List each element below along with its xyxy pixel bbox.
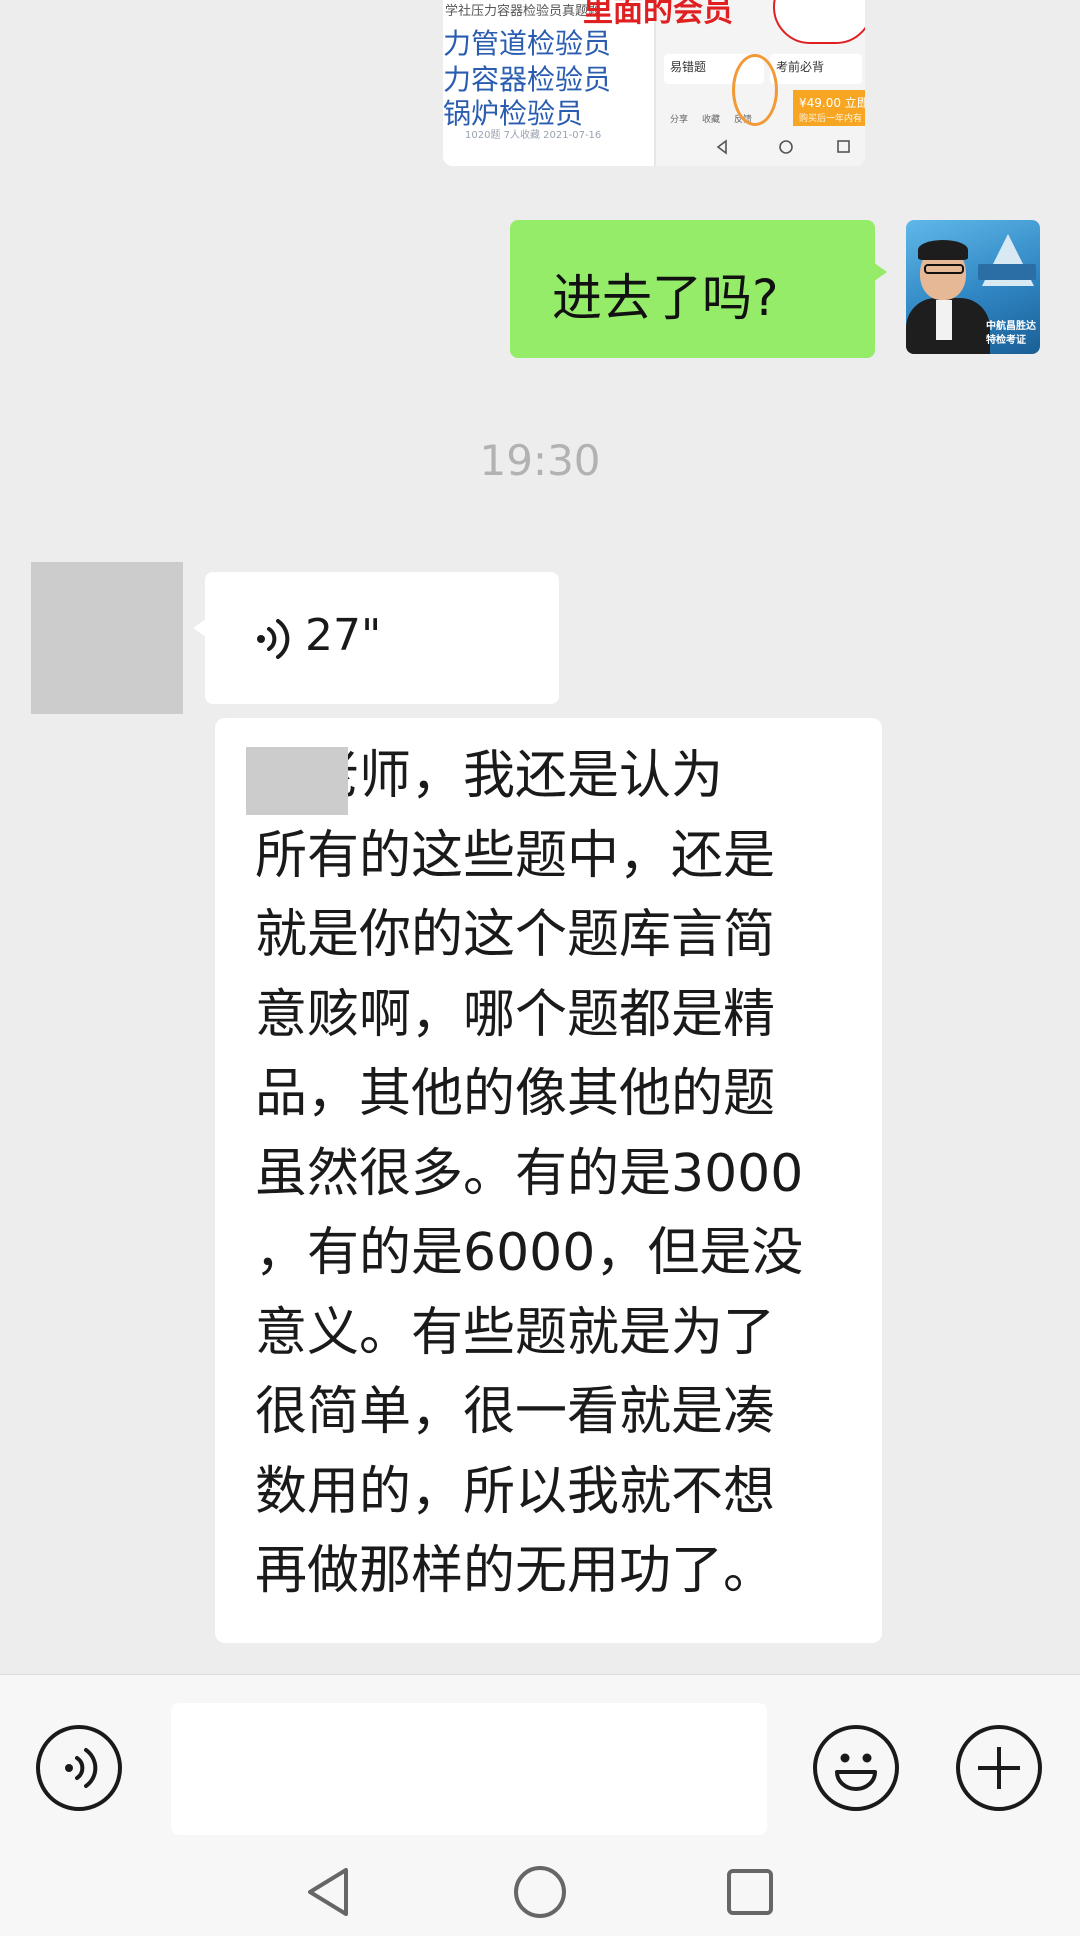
incoming-text-bubble[interactable]: 静老师，我还是认为 所有的这些题中，还是 就是你的这个题库言简 意赅啊，哪个题都… [215, 718, 882, 1643]
glasses-icon [924, 264, 964, 274]
message-timestamp: 19:30 [479, 436, 601, 485]
message-line: 意赅啊，哪个题都是精 [255, 985, 776, 1045]
my-avatar[interactable]: 中航昌胜达 特检考证 [906, 220, 1040, 354]
system-navigation-bar [0, 1838, 1080, 1936]
emoji-button[interactable] [813, 1725, 899, 1811]
message-line: 虽然很多。有的是3000 [255, 1144, 804, 1204]
outgoing-message-text: 进去了吗? [552, 269, 779, 327]
thumb-highlight-circle [732, 54, 778, 126]
thumb-card-review: 考前必背 [770, 54, 862, 84]
avatar-hair [918, 240, 968, 260]
contact-avatar[interactable] [31, 562, 183, 714]
voice-duration: 27" [305, 610, 382, 661]
back-nav-icon[interactable] [300, 1862, 360, 1922]
outgoing-message-bubble[interactable]: 进去了吗? [510, 220, 887, 358]
chat-input-bar [0, 1674, 1080, 1839]
thumb-nav-icons [716, 139, 850, 155]
message-line: 意义。有些题就是为了 [255, 1303, 776, 1363]
message-line: 数用的，所以我就不想 [255, 1462, 776, 1522]
redaction-block [246, 747, 348, 815]
thumb-red-caption: 里面的会员 [583, 0, 733, 29]
thumb-price-tag: ¥49.00 立即 购买后一年内有 [793, 90, 865, 126]
message-line: 再做那样的无用功了。 [255, 1541, 776, 1601]
voice-input-button[interactable] [36, 1725, 122, 1811]
message-line: 品，其他的像其他的题 [255, 1064, 776, 1124]
voice-message-bubble[interactable]: 27" [193, 572, 559, 704]
thumb-header: 学社压力容器检验员真题题 [445, 4, 602, 19]
message-input[interactable] [171, 1703, 767, 1835]
recents-nav-icon[interactable] [720, 1862, 780, 1922]
smiley-icon [835, 1753, 877, 1791]
plus-icon [978, 1747, 1020, 1789]
message-line: ，有的是6000，但是没 [255, 1223, 804, 1283]
avatar-caption: 中航昌胜达 特检考证 [986, 321, 1036, 346]
home-nav-icon[interactable] [510, 1862, 570, 1922]
thumb-meta: 1020题 7人收藏 2021-07-16 [465, 130, 602, 141]
message-line: 就是你的这个题库言简 [255, 905, 776, 965]
more-actions-button[interactable] [956, 1725, 1042, 1811]
avatar-shirt [936, 300, 952, 340]
logo-banner [978, 264, 1036, 280]
shared-screenshot-image[interactable]: 学社压力容器检验员真题题 力管道检验员 力容器检验员 锅炉检验员 1020题 7… [443, 0, 865, 166]
message-line: 很简单，很一看就是凑 [255, 1382, 776, 1442]
message-line: 所有的这些题中，还是 [255, 826, 776, 886]
voice-wave-icon [257, 619, 290, 659]
voice-wave-icon [65, 1748, 98, 1788]
